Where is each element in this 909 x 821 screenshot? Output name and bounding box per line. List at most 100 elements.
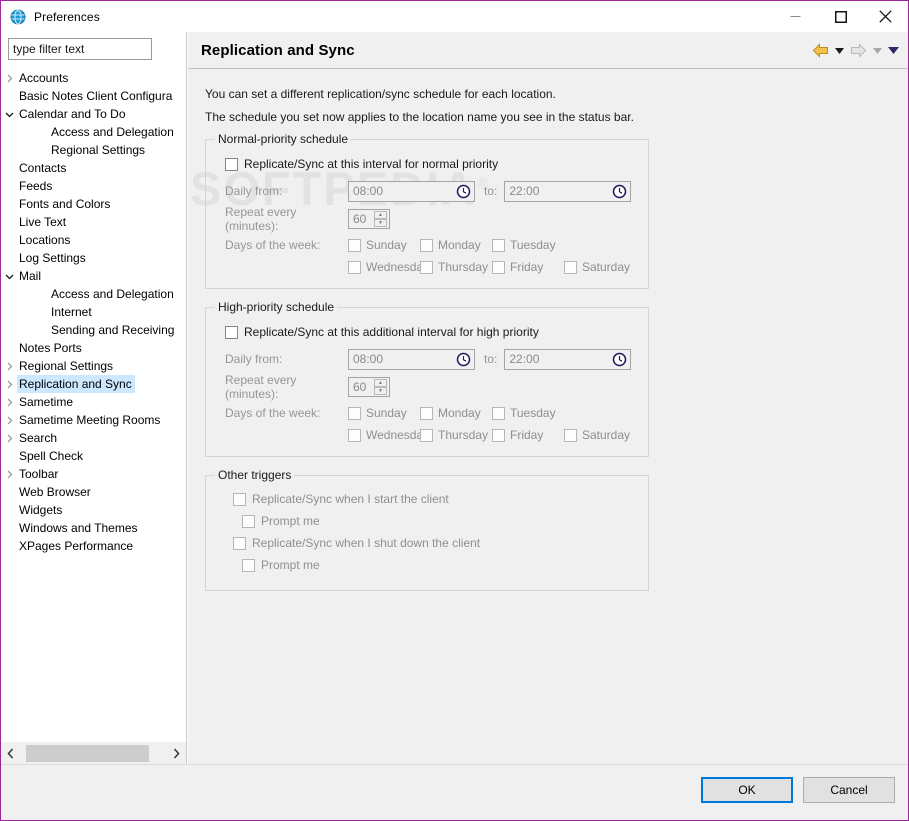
sidebar-item-search[interactable]: Search (1, 429, 186, 447)
normal-day-saturday[interactable]: Saturday (564, 260, 642, 274)
sidebar-item-toolbar[interactable]: Toolbar (1, 465, 186, 483)
stepper-arrows-icon[interactable]: ▲ ▼ (374, 211, 387, 227)
high-day-sunday-checkbox[interactable] (348, 406, 361, 420)
trigger-start-client[interactable]: Replicate/Sync when I start the client (216, 488, 638, 510)
sidebar-item-access-and-delegation[interactable]: Access and Delegation (1, 285, 186, 303)
high-day-tuesday-checkbox[interactable] (492, 406, 505, 420)
normal-day-sunday-checkbox[interactable] (348, 238, 361, 252)
sidebar-item-xpages-performance[interactable]: XPages Performance (1, 537, 186, 555)
normal-day-wednesday-checkbox[interactable] (348, 260, 361, 274)
chevron-right-icon[interactable] (1, 465, 17, 483)
sidebar-item-locations[interactable]: Locations (1, 231, 186, 249)
sidebar-item-notes-ports[interactable]: Notes Ports (1, 339, 186, 357)
normal-day-tuesday[interactable]: Tuesday (492, 238, 564, 252)
high-day-thursday-checkbox[interactable] (420, 428, 433, 442)
normal-day-friday-checkbox[interactable] (492, 260, 505, 274)
trigger-start-prompt[interactable]: Prompt me (216, 510, 638, 532)
sidebar-item-sending-and-receiving[interactable]: Sending and Receiving (1, 321, 186, 339)
sidebar-item-sametime-meeting-rooms[interactable]: Sametime Meeting Rooms (1, 411, 186, 429)
high-daily-to-field[interactable]: 22:00 (504, 348, 632, 370)
chevron-right-icon[interactable] (1, 429, 17, 447)
normal-repeat-stepper[interactable]: 60 ▲ ▼ (348, 209, 390, 229)
trigger-shutdown-prompt[interactable]: Prompt me (216, 554, 638, 576)
trigger-shutdown-prompt-checkbox[interactable] (242, 558, 255, 572)
chevron-right-icon[interactable] (1, 411, 17, 429)
high-day-tuesday[interactable]: Tuesday (492, 406, 564, 420)
trigger-start-client-checkbox[interactable] (233, 492, 246, 506)
normal-day-monday[interactable]: Monday (420, 238, 492, 252)
sidebar-item-replication-and-sync[interactable]: Replication and Sync (1, 375, 186, 393)
back-dropdown-icon[interactable] (832, 40, 846, 62)
scroll-track[interactable] (20, 742, 167, 764)
normal-day-monday-checkbox[interactable] (420, 238, 433, 252)
normal-day-wednesday[interactable]: Wednesday (348, 260, 429, 274)
trigger-start-prompt-checkbox[interactable] (242, 514, 255, 528)
stepper-down-icon[interactable]: ▼ (374, 219, 387, 227)
high-day-monday[interactable]: Monday (420, 406, 492, 420)
sidebar-item-log-settings[interactable]: Log Settings (1, 249, 186, 267)
stepper-arrows-icon[interactable]: ▲ ▼ (374, 379, 387, 395)
sidebar-item-spell-check[interactable]: Spell Check (1, 447, 186, 465)
close-button[interactable] (863, 2, 908, 32)
normal-daily-from-field[interactable]: 08:00 (348, 180, 475, 202)
sidebar-item-web-browser[interactable]: Web Browser (1, 483, 186, 501)
back-arrow-icon[interactable] (810, 40, 830, 62)
stepper-up-icon[interactable]: ▲ (374, 211, 387, 219)
minimize-button[interactable] (773, 2, 818, 32)
high-day-monday-checkbox[interactable] (420, 406, 433, 420)
clock-icon[interactable] (612, 184, 627, 199)
chevron-down-icon[interactable] (1, 105, 17, 123)
scroll-right-button[interactable] (167, 742, 186, 764)
chevron-right-icon[interactable] (1, 393, 17, 411)
sidebar-item-basic-notes-client-configura[interactable]: Basic Notes Client Configura (1, 87, 186, 105)
sidebar-item-windows-and-themes[interactable]: Windows and Themes (1, 519, 186, 537)
high-daily-from-field[interactable]: 08:00 (348, 348, 475, 370)
normal-enable-row[interactable]: Replicate/Sync at this interval for norm… (216, 154, 638, 174)
trigger-shutdown-client-checkbox[interactable] (233, 536, 246, 550)
normal-day-thursday-checkbox[interactable] (420, 260, 433, 274)
sidebar-item-widgets[interactable]: Widgets (1, 501, 186, 519)
high-day-thursday[interactable]: Thursday (420, 428, 492, 442)
high-day-wednesday-checkbox[interactable] (348, 428, 361, 442)
sidebar-item-access-and-delegation[interactable]: Access and Delegation (1, 123, 186, 141)
high-day-friday-checkbox[interactable] (492, 428, 505, 442)
clock-icon[interactable] (612, 352, 627, 367)
chevron-down-icon[interactable] (1, 267, 17, 285)
trigger-shutdown-client[interactable]: Replicate/Sync when I shut down the clie… (216, 532, 638, 554)
ok-button[interactable]: OK (701, 777, 793, 803)
high-enable-checkbox[interactable] (225, 325, 238, 339)
sidebar-item-accounts[interactable]: Accounts (1, 69, 186, 87)
chevron-right-icon[interactable] (1, 69, 17, 87)
search-input[interactable] (8, 38, 152, 60)
sidebar-item-sametime[interactable]: Sametime (1, 393, 186, 411)
scroll-left-button[interactable] (1, 742, 20, 764)
normal-day-saturday-checkbox[interactable] (564, 260, 577, 274)
normal-day-tuesday-checkbox[interactable] (492, 238, 505, 252)
sidebar-item-calendar-and-to-do[interactable]: Calendar and To Do (1, 105, 186, 123)
clock-icon[interactable] (456, 352, 471, 367)
view-menu-icon[interactable] (886, 40, 900, 62)
sidebar-horizontal-scrollbar[interactable] (1, 741, 186, 764)
clock-icon[interactable] (456, 184, 471, 199)
sidebar-item-contacts[interactable]: Contacts (1, 159, 186, 177)
high-enable-row[interactable]: Replicate/Sync at this additional interv… (216, 322, 638, 342)
scroll-thumb[interactable] (26, 744, 149, 762)
high-day-saturday-checkbox[interactable] (564, 428, 577, 442)
high-day-sunday[interactable]: Sunday (348, 406, 420, 420)
sidebar-item-fonts-and-colors[interactable]: Fonts and Colors (1, 195, 186, 213)
stepper-down-icon[interactable]: ▼ (374, 387, 387, 395)
sidebar-item-regional-settings[interactable]: Regional Settings (1, 357, 186, 375)
cancel-button[interactable]: Cancel (803, 777, 895, 803)
sidebar-item-live-text[interactable]: Live Text (1, 213, 186, 231)
maximize-button[interactable] (818, 2, 863, 32)
normal-enable-checkbox[interactable] (225, 157, 238, 171)
normal-day-friday[interactable]: Friday (492, 260, 564, 274)
normal-day-sunday[interactable]: Sunday (348, 238, 420, 252)
high-repeat-stepper[interactable]: 60 ▲ ▼ (348, 377, 390, 397)
sidebar-item-internet[interactable]: Internet (1, 303, 186, 321)
high-day-friday[interactable]: Friday (492, 428, 564, 442)
sidebar-item-mail[interactable]: Mail (1, 267, 186, 285)
sidebar-item-regional-settings[interactable]: Regional Settings (1, 141, 186, 159)
stepper-up-icon[interactable]: ▲ (374, 379, 387, 387)
high-day-wednesday[interactable]: Wednesday (348, 428, 429, 442)
